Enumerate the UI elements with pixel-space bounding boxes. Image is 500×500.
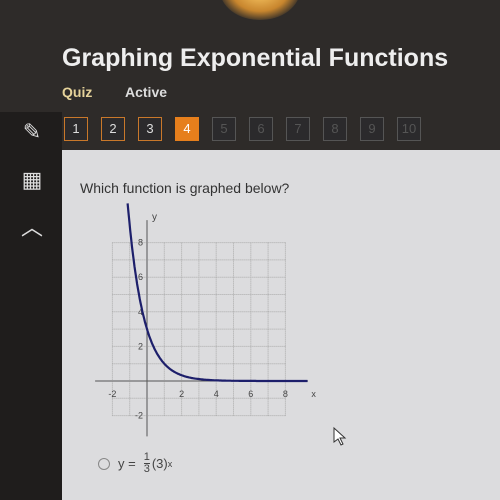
option-base: (3): [151, 456, 168, 471]
mouse-cursor-icon: [333, 426, 347, 446]
y-tick-label: -2: [135, 411, 143, 421]
x-tick-label: 4: [214, 389, 219, 399]
answer-option[interactable]: y = 13 (3) x: [98, 452, 172, 475]
y-tick-label: 2: [138, 341, 143, 351]
x-tick-label: -2: [108, 389, 116, 399]
function-curve: [126, 203, 308, 383]
graph: -2 2 4 6 8-22468xy: [95, 203, 347, 446]
x-tick-label: 6: [248, 389, 253, 399]
y-tick-label: 6: [138, 272, 143, 282]
fraction-denominator: 3: [143, 463, 150, 475]
y-axis-label: y: [152, 212, 157, 223]
radio-button[interactable]: [98, 457, 110, 470]
x-tick-label: 2: [179, 389, 184, 399]
x-axis-label: x: [311, 389, 316, 399]
y-tick-label: 8: [138, 238, 143, 248]
x-tick-label: 8: [283, 389, 288, 399]
option-exponent: x: [167, 458, 173, 469]
option-prefix: y =: [118, 456, 136, 471]
